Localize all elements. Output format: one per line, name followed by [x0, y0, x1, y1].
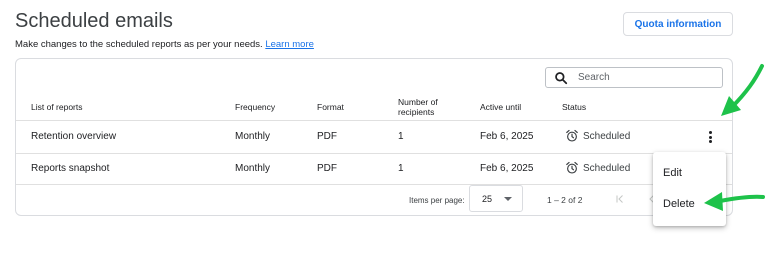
status-badge: Scheduled	[565, 129, 630, 143]
column-header-format: Format	[317, 102, 344, 112]
row-divider	[16, 184, 732, 185]
search-icon	[555, 71, 568, 84]
first-page-icon[interactable]	[614, 193, 626, 205]
column-header-frequency: Frequency	[235, 102, 276, 112]
annotation-arrow-top	[721, 64, 764, 116]
report-active-until: Feb 6, 2025	[480, 131, 534, 142]
report-recipients: 1	[398, 163, 404, 174]
items-per-page-label: Items per page:	[409, 196, 465, 205]
report-name: Retention overview	[31, 131, 117, 142]
status-badge: Scheduled	[565, 161, 630, 175]
page-title: Scheduled emails	[15, 10, 173, 32]
items-per-page-select[interactable]: 25	[469, 185, 523, 212]
report-recipients: 1	[398, 131, 404, 142]
report-name: Reports snapshot	[31, 163, 110, 174]
quota-information-button[interactable]: Quota information	[623, 12, 733, 36]
reports-table-card: Search List of reports Frequency Format …	[15, 58, 733, 216]
row-divider	[16, 153, 732, 154]
status-label: Scheduled	[583, 162, 631, 174]
report-format: PDF	[317, 163, 337, 174]
alarm-clock-icon	[566, 161, 578, 174]
status-label: Scheduled	[583, 130, 631, 142]
recipients-header-line1: Number of	[398, 97, 438, 107]
subtitle-text: Make changes to the scheduled reports as…	[15, 39, 263, 50]
learn-more-link[interactable]: Learn more	[265, 39, 314, 50]
menu-item-delete[interactable]: Delete	[663, 198, 695, 210]
alarm-clock-icon	[566, 129, 578, 142]
items-per-page-value: 25	[482, 193, 493, 204]
report-active-until: Feb 6, 2025	[480, 163, 534, 174]
report-frequency: Monthly	[235, 131, 271, 142]
menu-item-edit[interactable]: Edit	[663, 167, 682, 179]
search-input[interactable]: Search	[545, 67, 723, 88]
report-frequency: Monthly	[235, 163, 271, 174]
header-divider	[16, 120, 732, 121]
report-format: PDF	[317, 131, 337, 142]
column-header-list-of-reports: List of reports	[31, 102, 83, 112]
column-header-status: Status	[562, 102, 587, 112]
pagination-range: 1 – 2 of 2	[547, 195, 583, 205]
annotation-arrow-bottom	[704, 192, 765, 211]
column-header-recipients: Number of recipients	[398, 97, 438, 117]
dropdown-caret-icon	[504, 197, 512, 201]
recipients-header-line2: recipients	[398, 107, 435, 117]
page-subtitle: Make changes to the scheduled reports as…	[15, 39, 314, 50]
search-placeholder: Search	[578, 72, 610, 83]
more-options-icon[interactable]	[705, 129, 715, 145]
column-header-active-until: Active until	[480, 102, 522, 112]
